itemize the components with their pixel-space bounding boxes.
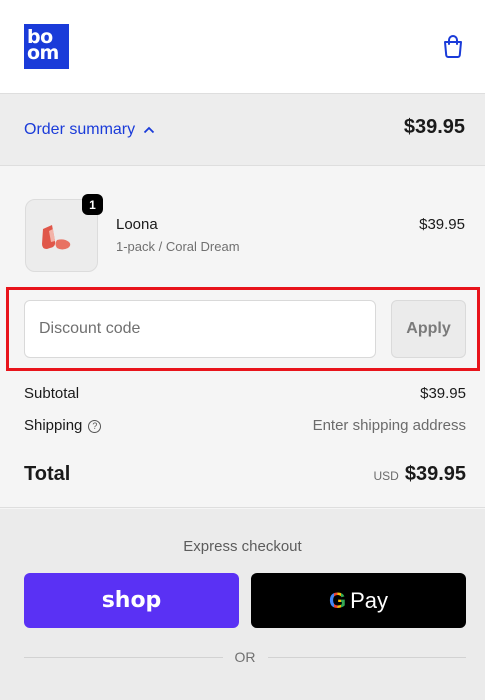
google-g-icon: G [328,587,347,613]
order-summary-bar: Order summary $39.95 [0,94,485,166]
order-summary-panel: 1 Loona 1-pack / Coral Dream $39.95 Appl… [0,166,485,508]
logo-text-line2: om [27,42,59,64]
product-variant: 1-pack / Coral Dream [116,239,240,254]
express-checkout-title: Express checkout [183,538,302,555]
subtotal-value: $39.95 [420,385,466,402]
discount-code-input[interactable] [24,300,376,358]
google-pay-button[interactable]: G Pay [251,573,466,628]
total-amount: $39.95 [404,463,466,485]
help-icon[interactable]: ? [88,420,102,433]
total-label: Total [24,463,71,485]
divider-line-left [24,656,223,658]
total-row: Total USD $39.95 [24,463,466,486]
store-logo[interactable]: bo om [24,24,69,69]
or-divider: OR [24,649,466,665]
apply-discount-button[interactable]: Apply [391,300,466,358]
checkout-header: bo om [0,0,485,94]
shopping-bag-icon[interactable] [442,34,464,58]
order-summary-total: $39.95 [403,116,465,138]
total-currency: USD [373,469,399,483]
subtotal-label: Subtotal [24,385,80,402]
product-name: Loona [116,216,158,233]
product-price: $39.95 [419,216,465,233]
order-summary-toggle[interactable]: Order summary [24,121,155,139]
order-summary-label: Order summary [24,121,136,138]
shipping-value: Enter shipping address [312,417,466,434]
chevron-up-icon [143,126,155,134]
shipping-label: Shipping [24,417,83,434]
divider-line-right [267,656,466,658]
or-label: OR [234,649,256,665]
express-checkout-section: Express checkout shop G Pay OR [0,509,485,700]
google-pay-label: Pay [350,587,389,613]
shop-pay-button[interactable]: shop [24,573,239,628]
quantity-badge: 1 [82,194,103,215]
shipping-row: Shipping? Enter shipping address [24,417,466,434]
subtotal-row: Subtotal $39.95 [24,385,466,402]
